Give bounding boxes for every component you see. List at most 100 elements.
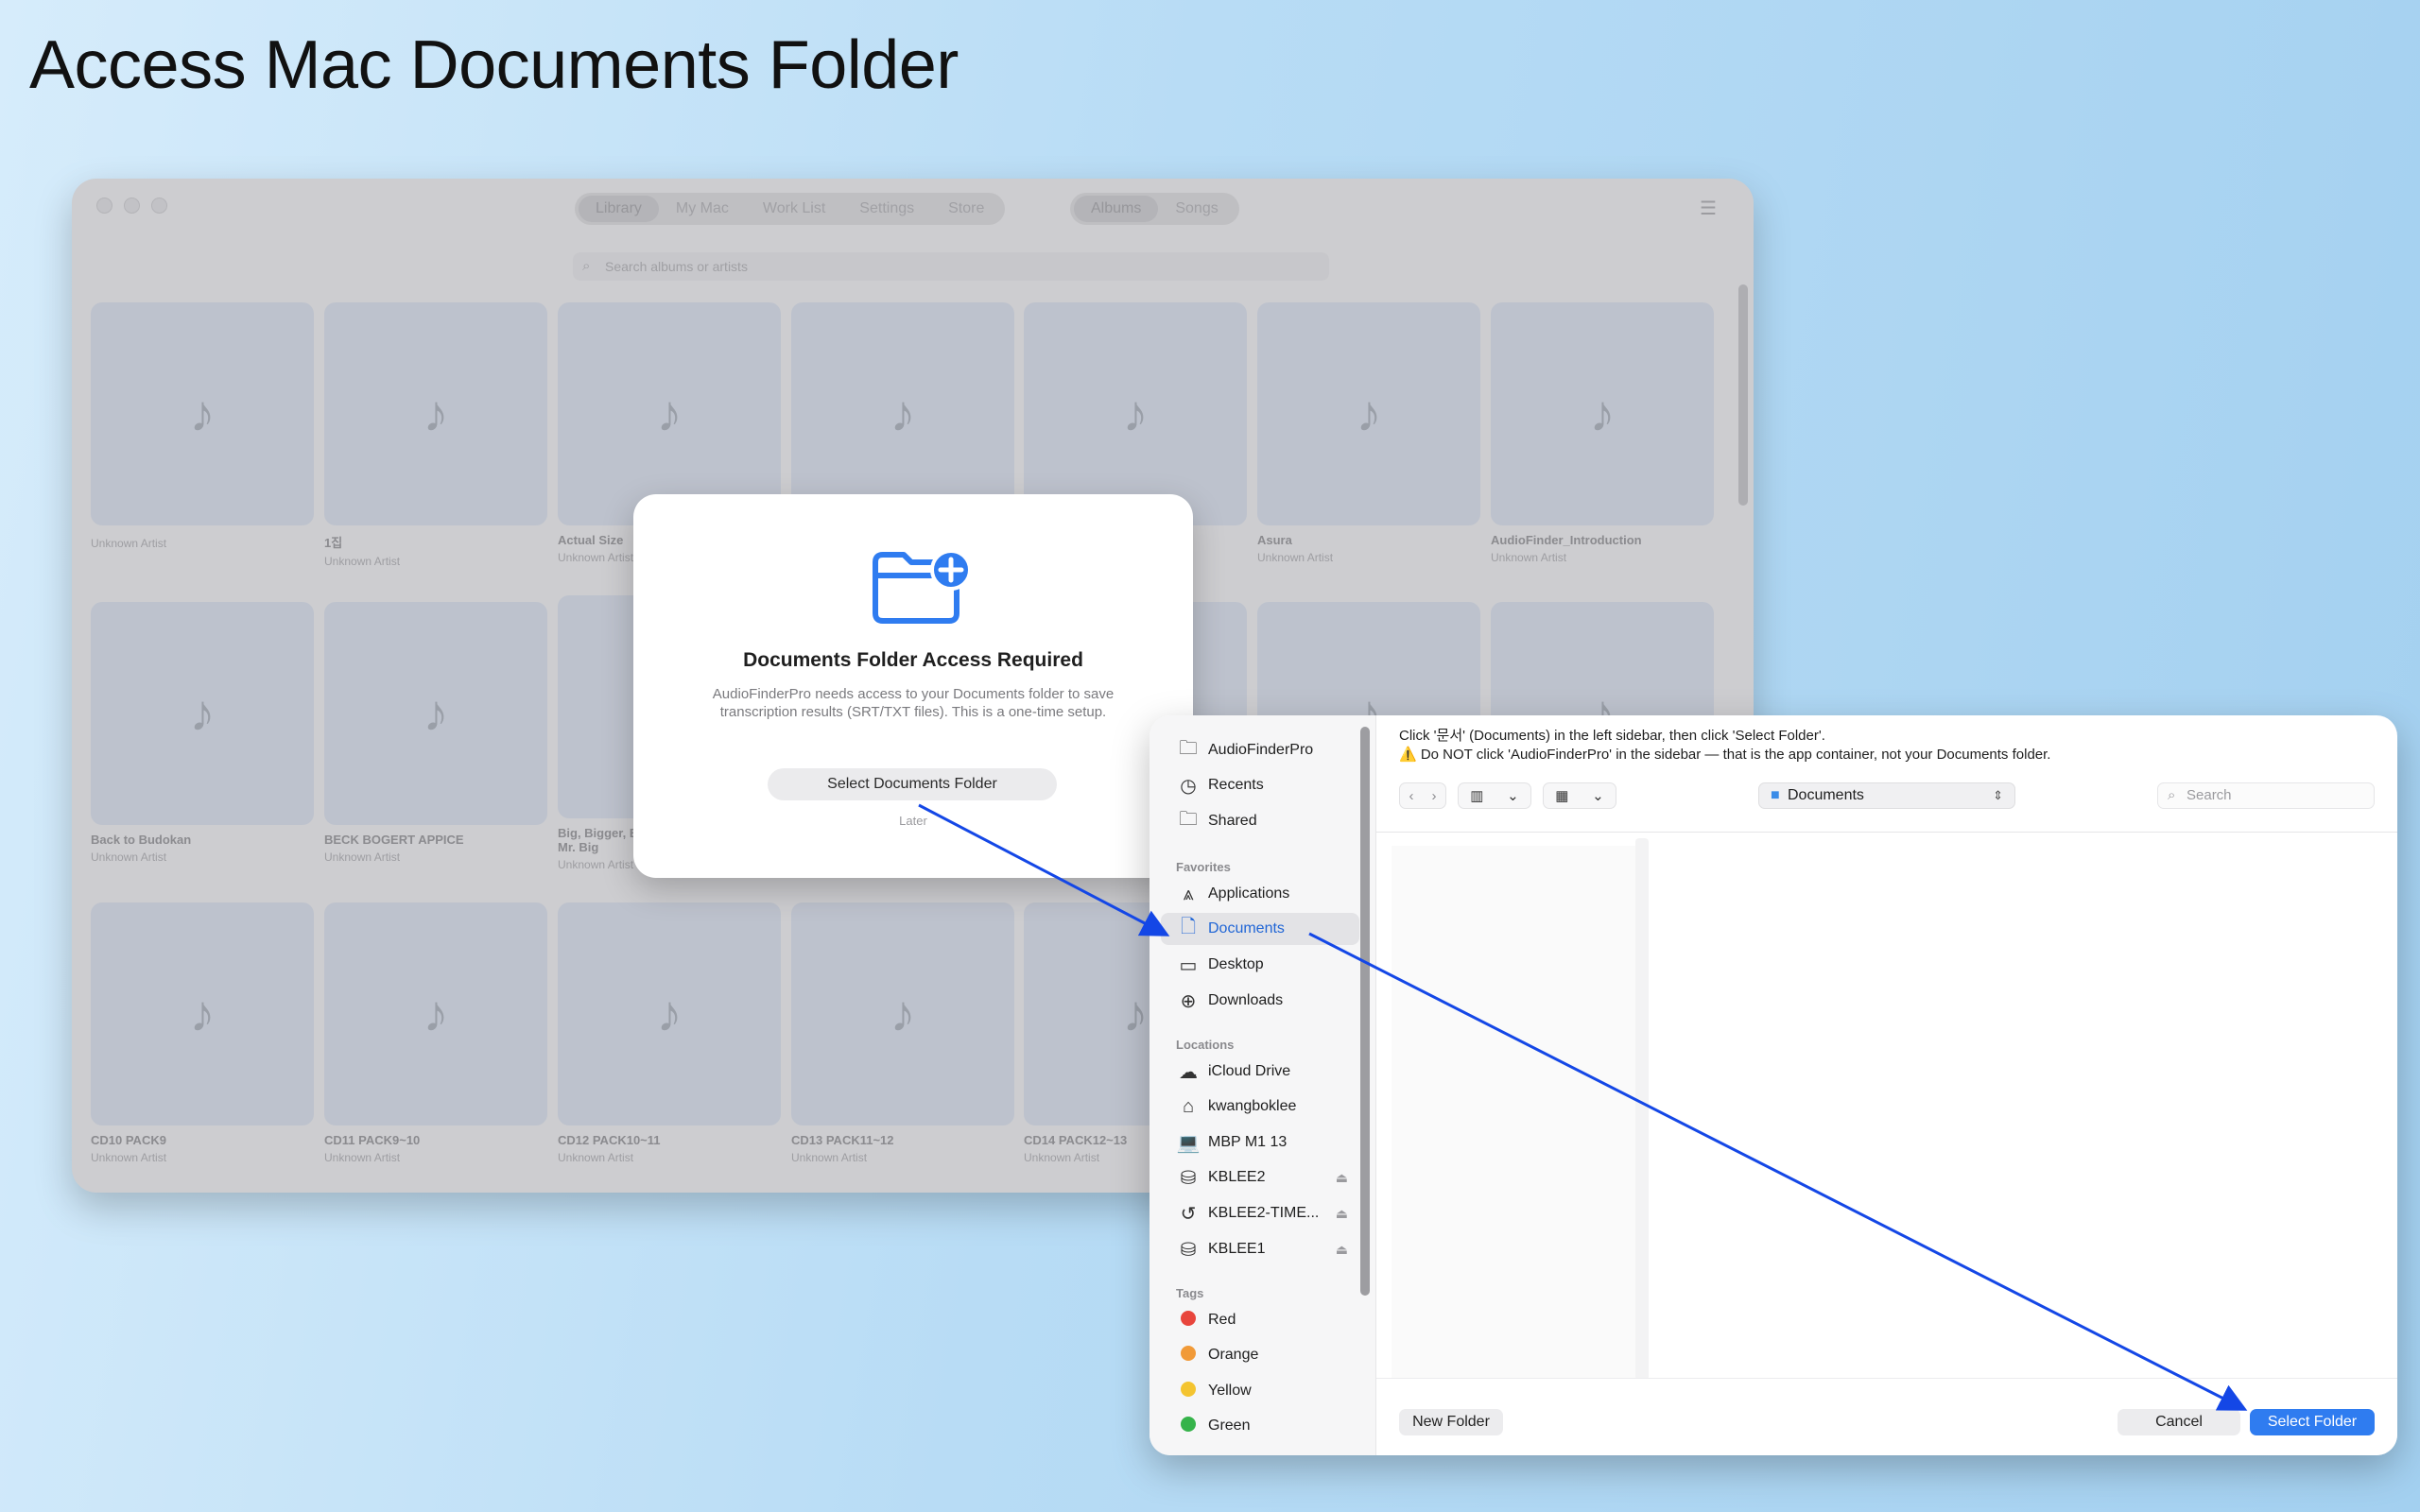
album-title: AudioFinder_Introduction <box>1491 533 1642 547</box>
new-folder-button[interactable]: New Folder <box>1399 1409 1503 1435</box>
eject-icon[interactable]: ⏏ <box>1336 1242 1348 1258</box>
eject-icon[interactable]: ⏏ <box>1336 1206 1348 1222</box>
home-icon: ⌂ <box>1182 1095 1195 1117</box>
album-artist: Unknown Artist <box>791 1151 868 1164</box>
sidebar-item-label: Yellow <box>1208 1383 1252 1399</box>
forward-icon[interactable]: › <box>1432 788 1437 804</box>
select-folder-button[interactable]: Select Folder <box>2250 1409 2375 1435</box>
minimize-button[interactable] <box>124 198 140 214</box>
sidebar-item-kblee2[interactable]: ⛁ KBLEE2 ⏏ <box>1161 1161 1359 1194</box>
album-search-input[interactable]: ⌕ Search albums or artists <box>573 252 1329 281</box>
sidebar-item-label: Downloads <box>1208 992 1284 1008</box>
chevron-down-icon[interactable]: ⌄ <box>1507 787 1519 804</box>
tab-albums[interactable]: Albums <box>1074 196 1159 222</box>
path-selector[interactable]: ■ Documents ⇕ <box>1758 782 2015 809</box>
sidebar-item-label: Recents <box>1208 777 1264 793</box>
dialog-sidebar: 🗀 AudioFinderPro ◷ Recents 🗀 Shared Favorit… <box>1150 715 1376 1455</box>
album-card[interactable]: ♪ CD10 PACK9 Unknown Artist <box>91 902 314 1164</box>
sidebar-item-desktop[interactable]: ▭ Desktop <box>1161 949 1359 981</box>
back-icon[interactable]: ‹ <box>1409 788 1414 804</box>
tab-work-list[interactable]: Work List <box>746 196 842 222</box>
group-control[interactable]: ▦ ⌄ <box>1543 782 1616 809</box>
sidebar-tag-green[interactable]: Green <box>1161 1410 1359 1442</box>
window-controls[interactable] <box>96 198 167 214</box>
sidebar-item-label: KBLEE1 <box>1208 1241 1266 1257</box>
search-placeholder: Search <box>2187 787 2232 803</box>
music-note-icon: ♪ <box>324 602 547 825</box>
drive-icon: ⛁ <box>1180 1167 1197 1189</box>
search-placeholder: Search albums or artists <box>605 259 748 274</box>
zoom-button[interactable] <box>151 198 167 214</box>
eject-icon[interactable]: ⏏ <box>1336 1170 1348 1186</box>
music-note-icon: ♪ <box>91 902 314 1125</box>
album-card[interactable]: ♪ <box>1024 302 1247 525</box>
updown-chevron-icon: ⇕ <box>1993 788 2003 802</box>
album-card[interactable]: ♪ Unknown Artist <box>91 302 314 550</box>
list-menu-icon[interactable]: ☰ <box>1687 197 1729 221</box>
album-artist: Unknown Artist <box>324 1151 401 1164</box>
sidebar-tag-red[interactable]: Red <box>1161 1304 1359 1336</box>
album-card[interactable]: ♪ Asura Unknown Artist <box>1257 302 1480 564</box>
album-card[interactable]: ♪ Back to Budokan Unknown Artist <box>91 602 314 864</box>
sidebar-item-documents[interactable]: 🗋 Documents <box>1161 913 1359 945</box>
sidebar-item-downloads[interactable]: ⊕ Downloads <box>1161 985 1359 1017</box>
sidebar-item-label: iCloud Drive <box>1208 1063 1291 1079</box>
chevron-down-icon[interactable]: ⌄ <box>1592 787 1604 804</box>
tab-my-mac[interactable]: My Mac <box>659 196 746 222</box>
cloud-icon: ☁ <box>1179 1061 1198 1083</box>
columns-view-icon[interactable]: ▥ <box>1470 787 1483 804</box>
column-resizer[interactable] <box>1635 838 1649 1381</box>
folder-icon: ■ <box>1771 787 1780 803</box>
view-mode-control[interactable]: ▥ ⌄ <box>1458 782 1531 809</box>
sidebar-item-kblee1[interactable]: ⛁ KBLEE1 ⏏ <box>1161 1233 1359 1265</box>
album-card[interactable]: ♪ CD12 PACK10~11 Unknown Artist <box>558 902 781 1164</box>
desktop-icon: ▭ <box>1179 954 1198 976</box>
tab-settings[interactable]: Settings <box>842 196 931 222</box>
grid-icon[interactable]: ▦ <box>1555 787 1568 804</box>
album-card[interactable]: ♪ CD13 PACK11~12 Unknown Artist <box>791 902 1014 1164</box>
sidebar-item-shared[interactable]: 🗀 Shared <box>1161 805 1359 837</box>
sidebar-item-recents[interactable]: ◷ Recents <box>1161 769 1359 801</box>
tab-store[interactable]: Store <box>931 196 1001 222</box>
close-button[interactable] <box>96 198 112 214</box>
sidebar-item-label: Red <box>1208 1312 1236 1328</box>
album-card[interactable]: ♪ <box>791 302 1014 525</box>
album-card[interactable]: ♪ CD11 PACK9~10 Unknown Artist <box>324 902 547 1164</box>
dialog-search-input[interactable]: ⌕ Search <box>2157 782 2375 809</box>
sidebar-tag-orange[interactable]: Orange <box>1161 1339 1359 1371</box>
music-note-icon: ♪ <box>1257 302 1480 525</box>
dialog-footer <box>1376 1378 2397 1455</box>
album-title: CD12 PACK10~11 <box>558 1133 661 1147</box>
locations-header: Locations <box>1176 1038 1235 1052</box>
sidebar-item-audiofinderpro[interactable]: 🗀 AudioFinderPro <box>1161 734 1359 766</box>
sidebar-item-label: kwangboklee <box>1208 1098 1297 1114</box>
tab-library[interactable]: Library <box>579 196 659 222</box>
sidebar-item-applications[interactable]: ⩓ Applications <box>1161 878 1359 910</box>
music-note-icon: ♪ <box>558 902 781 1125</box>
album-card[interactable]: ♪ AudioFinder_Introduction Unknown Artist <box>1491 302 1714 564</box>
cancel-button[interactable]: Cancel <box>2118 1409 2240 1435</box>
path-label: Documents <box>1788 787 1864 803</box>
album-card[interactable]: ♪ BECK BOGERT APPICE Unknown Artist <box>324 602 547 864</box>
select-documents-folder-button[interactable]: Select Documents Folder <box>768 768 1057 800</box>
scrollbar[interactable] <box>1738 284 1748 506</box>
later-link[interactable]: Later <box>633 814 1193 828</box>
album-artist: Unknown Artist <box>324 555 401 568</box>
file-column[interactable] <box>1392 846 1637 1390</box>
album-title: Asura <box>1257 533 1292 547</box>
sidebar-tag-yellow[interactable]: Yellow <box>1161 1375 1359 1407</box>
sidebar-item-mbp[interactable]: 💻 MBP M1 13 <box>1161 1126 1359 1159</box>
tab-songs[interactable]: Songs <box>1158 196 1235 222</box>
sidebar-item-home[interactable]: ⌂ kwangboklee <box>1161 1091 1359 1123</box>
main-tabs: Library My Mac Work List Settings Store <box>575 193 1006 225</box>
sidebar-item-icloud-drive[interactable]: ☁ iCloud Drive <box>1161 1056 1359 1088</box>
page-heading: Access Mac Documents Folder <box>29 27 959 103</box>
music-note-icon: ♪ <box>791 902 1014 1125</box>
album-card[interactable]: ♪ 1집 Unknown Artist <box>324 302 547 568</box>
sidebar-item-label: Orange <box>1208 1347 1259 1363</box>
favorites-header: Favorites <box>1176 860 1231 874</box>
modal-title: Documents Folder Access Required <box>743 649 1083 671</box>
sidebar-item-kblee2-time[interactable]: ↺ KBLEE2-TIME... ⏏ <box>1161 1197 1359 1229</box>
sidebar-scrollbar[interactable] <box>1360 727 1370 1296</box>
time-machine-icon: ↺ <box>1180 1203 1197 1225</box>
